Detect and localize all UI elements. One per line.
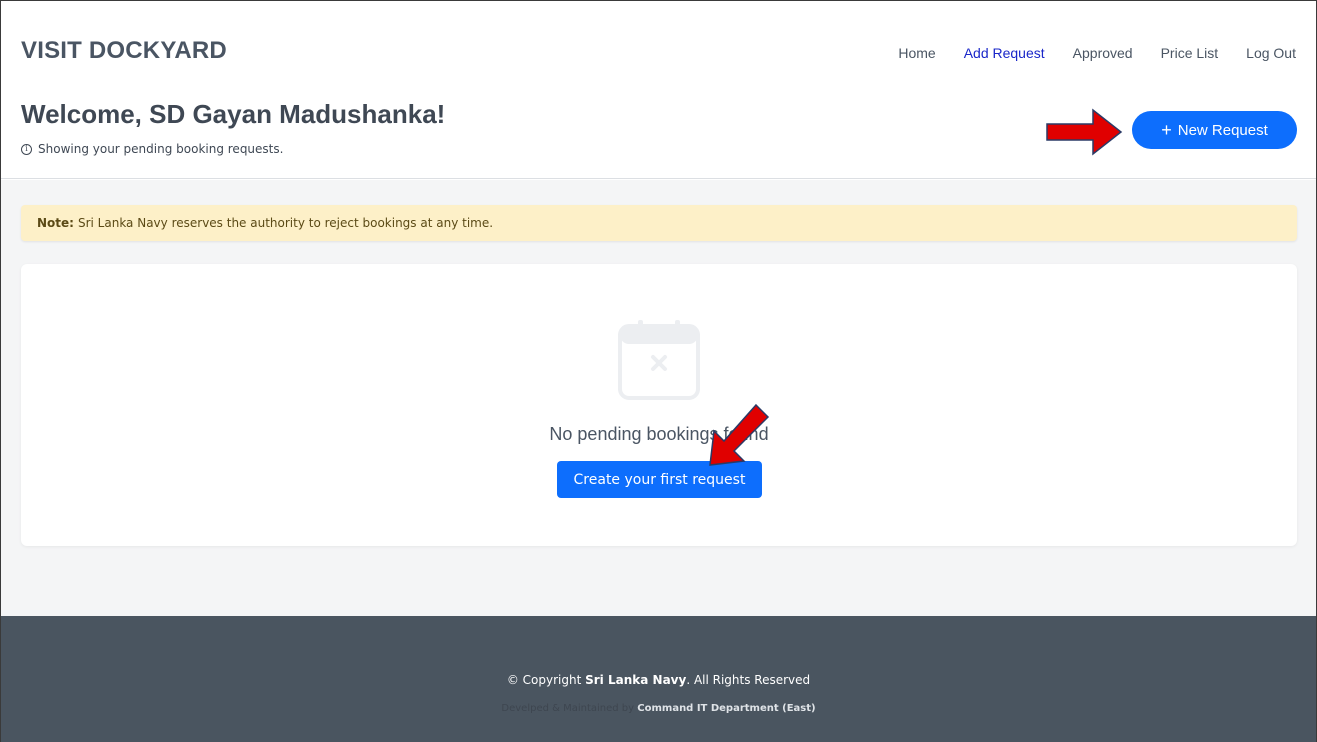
- copyright-prefix: © Copyright: [506, 673, 582, 687]
- developer-credit: Develped & Maintained by Command IT Depa…: [1, 703, 1316, 714]
- header: VISIT DOCKYARD Home Add Request Approved…: [1, 1, 1316, 179]
- annotation-arrow-right-icon: [1046, 108, 1123, 156]
- notice-label: Note:: [37, 216, 74, 230]
- new-request-button[interactable]: + New Request: [1132, 111, 1297, 149]
- nav-approved[interactable]: Approved: [1073, 45, 1133, 61]
- annotation-arrow-down-left-icon: [709, 403, 770, 466]
- empty-state-message: No pending bookings found: [549, 424, 769, 444]
- empty-state-card: No pending bookings found Create your fi…: [21, 264, 1297, 546]
- footer: © Copyright Sri Lanka Navy. All Rights R…: [1, 616, 1316, 742]
- copyright-org: Sri Lanka Navy: [585, 673, 687, 687]
- copyright-suffix: . All Rights Reserved: [686, 673, 811, 687]
- nav-price-list[interactable]: Price List: [1161, 45, 1219, 61]
- brand-logo-text[interactable]: VISIT DOCKYARD: [21, 37, 227, 65]
- page-title: Welcome, SD Gayan Madushanka!: [21, 99, 446, 129]
- developer-prefix: Develped & Maintained by: [501, 703, 635, 714]
- main-content: Note: Sri Lanka Navy reserves the author…: [1, 180, 1316, 616]
- new-request-label: New Request: [1177, 121, 1268, 139]
- page-subtitle-text: Showing your pending booking requests.: [38, 142, 284, 156]
- notice-text: Sri Lanka Navy reserves the authority to…: [77, 216, 494, 230]
- page-subtitle: i Showing your pending booking requests.: [21, 142, 283, 156]
- main-nav: Home Add Request Approved Price List Log…: [870, 45, 1296, 61]
- info-icon: i: [21, 143, 32, 155]
- notice-banner: Note: Sri Lanka Navy reserves the author…: [21, 205, 1297, 241]
- nav-logout[interactable]: Log Out: [1246, 45, 1296, 61]
- copyright-text: © Copyright Sri Lanka Navy. All Rights R…: [1, 673, 1316, 687]
- developer-department: Command IT Department (East): [637, 703, 816, 714]
- plus-icon: +: [1161, 119, 1172, 140]
- nav-add-request[interactable]: Add Request: [964, 45, 1045, 61]
- nav-home[interactable]: Home: [898, 45, 935, 61]
- calendar-x-icon: [618, 320, 700, 400]
